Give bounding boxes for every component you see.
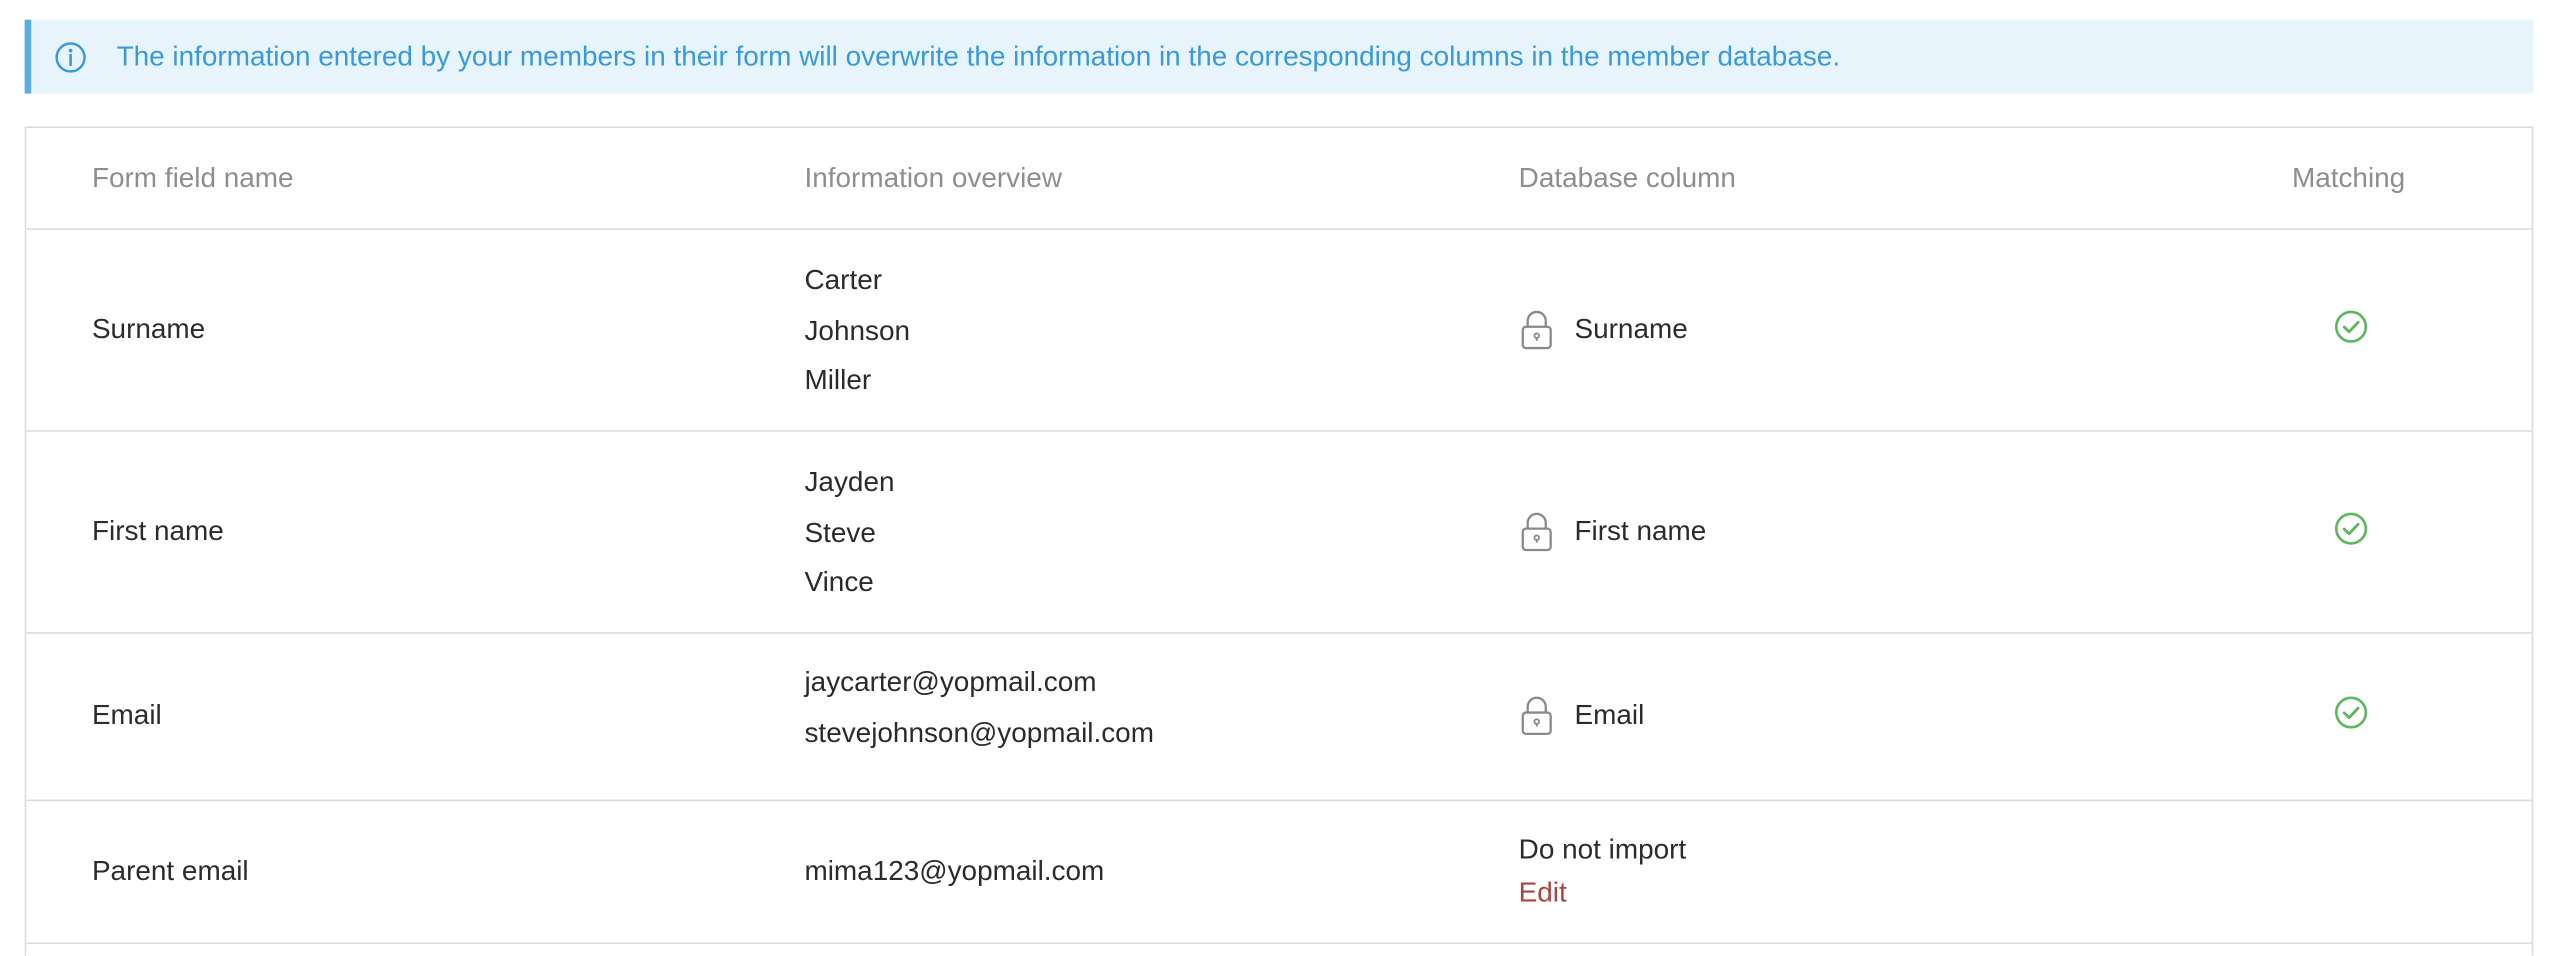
match-check-icon [2333,511,2369,547]
database-column-label: Do not import [1518,834,1687,866]
info-banner-text: The information entered by your members … [116,40,1841,72]
information-overview: Jayden Steve Vince [804,458,894,609]
table-row: Parent email mima123@yopmail.com Do not … [26,801,2532,945]
column-header-db-column: Database column [1518,162,1736,194]
lock-icon [1519,309,1555,352]
information-overview: jaycarter@yopmail.com stevejohnson@yopma… [804,658,1153,758]
table-row: Email jaycarter@yopmail.com stevejohnson… [26,634,2532,802]
database-column-label: Email [1574,699,1645,731]
information-overview: Carter Johnson Miller [804,256,910,407]
lock-icon [1519,694,1555,737]
edit-link[interactable]: Edit [1519,877,1567,910]
form-field-name: Parent email [91,855,249,887]
lock-icon [1519,511,1555,554]
overview-value: mima123@yopmail.com [804,855,1105,887]
overview-value: jaycarter@yopmail.com [804,666,1097,698]
column-header-overview: Information overview [804,162,1062,194]
database-column-label: First name [1574,515,1707,547]
match-check-icon [2333,694,2369,730]
database-column-label: Surname [1574,313,1688,345]
database-column: Email [1519,694,1645,737]
overview-value: Johnson [804,314,911,346]
table-row: First name Jayden Steve Vince First name [26,432,2532,634]
overview-value: Steve [804,516,876,548]
overview-value: Miller [804,364,872,396]
field-mapping-table: Form field name Information overview Dat… [24,126,2534,956]
column-header-form-field: Form field name [91,162,294,194]
stage: The information entered by your members … [0,0,2558,956]
database-column: First name [1519,511,1707,554]
info-icon [54,40,87,73]
column-header-matching: Matching [2291,162,2406,194]
database-column: Surname [1519,309,1688,352]
info-banner: The information entered by your members … [24,19,2534,94]
overview-value: stevejohnson@yopmail.com [804,716,1154,748]
form-field-name: Surname [91,313,206,345]
overview-value: Jayden [804,466,895,498]
form-field-name: First name [91,515,224,547]
form-field-name: Email [91,699,162,731]
overview-value: Carter [804,264,883,296]
table-row: Surname Carter Johnson Miller Surname [26,230,2532,432]
overview-value: Vince [804,566,874,598]
table-header-row: Form field name Information overview Dat… [26,128,2532,230]
match-check-icon [2333,309,2369,345]
